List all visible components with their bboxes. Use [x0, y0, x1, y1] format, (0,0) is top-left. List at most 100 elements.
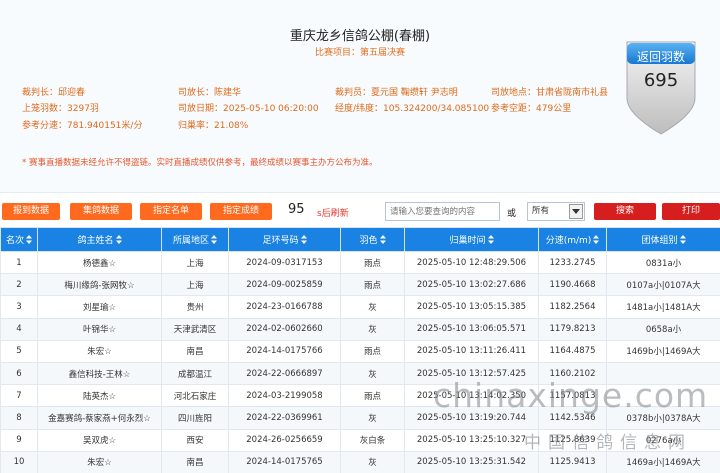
- entries-label: 上笼羽数：: [22, 104, 68, 114]
- rank-cell: 6: [0, 361, 38, 386]
- table-row: 5 朱宏☆ 南昌 2024-14-0175766 雨点 2025-05-10 13:11:…: [0, 339, 720, 363]
- group-cell: 0658a小: [606, 317, 720, 341]
- ring-number-cell: 2024-23-0166788: [228, 295, 341, 319]
- rank-cell: 5: [0, 339, 38, 363]
- owner-cell: 朱宏☆: [37, 450, 162, 473]
- entries-value: 3297羽: [67, 104, 99, 114]
- refresh-countdown: 95: [288, 202, 305, 217]
- coordinates-label: 经度/纬度：: [335, 104, 384, 114]
- sort-icon[interactable]: [26, 235, 32, 244]
- search-input[interactable]: [385, 202, 500, 221]
- release-date-label: 司放日期：: [178, 104, 224, 114]
- badge-count: 695: [643, 70, 679, 91]
- rank-cell: 1: [0, 250, 38, 275]
- table-row: 2 梅川缘鸽-张网牧☆ 上海 2024-09-0025859 雨点 2025-05-10 …: [0, 273, 720, 297]
- ring-number-cell: 2024-22-0666897: [228, 361, 341, 386]
- table-row: 4 叶锦华☆ 天津武清区 2024-02-0602660 灰 2025-05-10 13:…: [0, 317, 720, 341]
- or-label: 或: [507, 209, 517, 219]
- column-header-label: 归巢时间: [449, 236, 486, 246]
- region-cell: 四川旌阳: [161, 406, 229, 430]
- ring-number-cell: 2024-14-0175766: [228, 339, 341, 363]
- ref-speed-label: 参考分速：: [22, 121, 68, 131]
- column-header[interactable]: 足环号码: [228, 227, 341, 252]
- table-header-row: 名次 鸽主姓名 所属地区 足环号码 羽色 归巢时间 分速(m/m) 团体组别: [0, 227, 720, 252]
- owner-cell: 陆英杰☆: [37, 384, 162, 408]
- color-cell: 雨点: [340, 250, 405, 275]
- coordinates-field: 经度/纬度：105.324200/34.085100: [335, 103, 489, 115]
- return-rate-field: 归巢率：21.08%: [178, 120, 248, 132]
- sort-icon[interactable]: [487, 235, 494, 244]
- column-header[interactable]: 团体组别: [606, 227, 720, 252]
- column-header-label: 分速(m/m): [545, 236, 592, 246]
- filter-select-value: 所有: [532, 206, 550, 216]
- column-header[interactable]: 羽色: [340, 227, 405, 252]
- sort-icon[interactable]: [679, 235, 686, 244]
- column-header-label: 羽色: [359, 236, 378, 246]
- group-cell: 1469a小|1469A大: [606, 450, 720, 473]
- ref-speed-value: 781.940151米/分: [67, 121, 143, 131]
- ring-number-cell: 2024-22-0369961: [228, 406, 341, 430]
- chevron-down-icon[interactable]: [569, 204, 583, 219]
- column-header[interactable]: 分速(m/m): [538, 227, 607, 252]
- rank-cell: 10: [0, 450, 38, 473]
- table-row: 3 刘星瑜☆ 贵州 2024-23-0166788 灰 2025-05-10 13:05:…: [0, 295, 720, 319]
- judges-label: 裁判员：: [335, 88, 372, 98]
- column-header[interactable]: 名次: [0, 227, 38, 252]
- color-cell: 灰: [340, 295, 405, 319]
- region-cell: 南昌: [161, 450, 229, 473]
- ring-number-cell: 2024-09-0317153: [228, 250, 341, 275]
- rank-cell: 3: [0, 295, 38, 319]
- column-header-label: 团体组别: [641, 236, 678, 246]
- returned-count-badge: 返回羽数 695: [624, 40, 698, 136]
- entries-field: 上笼羽数：3297羽: [22, 103, 99, 115]
- ring-number-cell: 2024-14-0175765: [228, 450, 341, 473]
- color-cell: 灰: [340, 361, 405, 386]
- region-cell: 上海: [161, 250, 229, 275]
- release-date-value: 2025-05-10 06:20:00: [223, 104, 319, 114]
- loft-manager-label: 司放长：: [178, 88, 215, 98]
- column-header-label: 足环号码: [262, 236, 299, 246]
- sort-icon[interactable]: [300, 235, 307, 244]
- speed-cell: 1125.9413: [538, 450, 607, 473]
- referee-label: 裁判长：: [22, 88, 59, 98]
- owner-cell: 朱宏☆: [37, 339, 162, 363]
- collect-data-button[interactable]: 集鸽数据: [70, 203, 132, 220]
- rank-cell: 2: [0, 273, 38, 297]
- race-info-panel: 重庆龙乡信鸽公棚(春棚) 比赛项目：第五届决赛 裁判长：邱迎春 司放长：陈建华 …: [0, 0, 720, 193]
- refresh-label: s后刷新: [317, 209, 349, 219]
- search-button[interactable]: 搜索: [594, 203, 656, 220]
- color-cell: 灰: [340, 450, 405, 473]
- sort-icon[interactable]: [379, 235, 386, 244]
- color-cell: 灰: [340, 317, 405, 341]
- sort-icon[interactable]: [211, 235, 217, 244]
- region-cell: 河北石家庄: [161, 384, 229, 408]
- specified-results-button[interactable]: 指定成绩: [210, 203, 272, 220]
- toolbar: 报到数据 集鸽数据 指定名单 指定成绩 95 s后刷新 或 所有 搜索 打印: [0, 199, 720, 225]
- ring-number-cell: 2024-03-2199058: [228, 384, 341, 408]
- arrival-time-cell: 2025-05-10 13:02:27.686: [404, 273, 539, 297]
- column-header[interactable]: 归巢时间: [404, 227, 539, 252]
- rank-cell: 8: [0, 406, 38, 430]
- loft-manager-field: 司放长：陈建华: [178, 87, 241, 99]
- owner-cell: 金嘉赛鸽-蔡家燕+何永烈☆: [37, 406, 162, 430]
- color-cell: 雨点: [340, 384, 405, 408]
- speed-cell: 1233.2745: [538, 250, 607, 275]
- specified-list-button[interactable]: 指定名单: [140, 203, 202, 220]
- report-data-button[interactable]: 报到数据: [2, 203, 60, 220]
- column-header-label: 鸽主姓名: [77, 236, 114, 246]
- owner-cell: 杨德鑫☆: [37, 250, 162, 275]
- release-date-field: 司放日期：2025-05-10 06:20:00: [178, 103, 319, 115]
- rank-cell: 9: [0, 428, 38, 452]
- column-header-label: 名次: [5, 236, 24, 246]
- referee-field: 裁判长：邱迎春: [22, 87, 85, 99]
- return-rate-value: 21.08%: [214, 121, 249, 131]
- filter-select[interactable]: 所有: [527, 202, 585, 221]
- group-cell: 0831a小: [606, 250, 720, 275]
- column-header[interactable]: 所属地区: [161, 227, 229, 252]
- sort-icon[interactable]: [115, 235, 122, 244]
- group-cell: 0107a小|0107A大: [606, 273, 720, 297]
- column-header[interactable]: 鸽主姓名: [37, 227, 162, 252]
- ring-number-cell: 2024-09-0025859: [228, 273, 341, 297]
- print-button[interactable]: 打印: [662, 203, 720, 220]
- sort-icon[interactable]: [593, 235, 600, 244]
